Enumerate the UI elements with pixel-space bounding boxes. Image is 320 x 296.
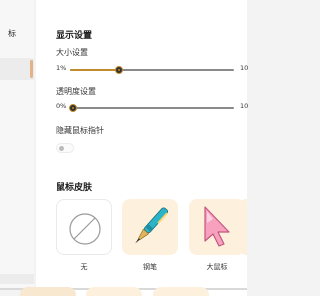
display-settings-title: 显示设置: [56, 31, 93, 41]
size-min-label: 1%: [56, 64, 67, 72]
skin-card-partial[interactable]: [153, 287, 209, 296]
pen-icon: [135, 207, 169, 244]
skin-card-partial[interactable]: [20, 287, 76, 296]
size-slider[interactable]: 1% 10: [56, 63, 256, 75]
size-max-label: 10: [240, 64, 249, 72]
hide-pointer-toggle[interactable]: [56, 143, 74, 153]
settings-panel: 显示设置 大小设置 1% 10 透明度设置 0% 10 隐藏鼠标指针 鼠标皮肤: [36, 0, 248, 296]
opacity-slider-thumb[interactable]: [69, 104, 77, 112]
settings-window: 标 显示设置 大小设置 1% 10 透明度设置 0% 10 隐藏鼠标指针 鼠标皮…: [0, 0, 248, 296]
opacity-slider[interactable]: 0% 10: [56, 101, 256, 113]
size-label: 大小设置: [56, 48, 88, 57]
skin-label-pen: 钢笔: [143, 263, 157, 271]
opacity-max-label: 10: [240, 102, 249, 110]
skin-card-none[interactable]: [56, 199, 112, 255]
no-symbol-icon: [69, 213, 101, 245]
sidebar: 标: [0, 0, 34, 290]
sidebar-item-mark[interactable]: 标: [0, 28, 34, 42]
mouse-skin-title: 鼠标皮肤: [56, 183, 93, 193]
skin-card-partial[interactable]: [240, 199, 247, 255]
skin-card-pen[interactable]: [122, 199, 178, 255]
size-slider-thumb[interactable]: [115, 66, 123, 74]
opacity-slider-track[interactable]: [69, 104, 234, 112]
hide-pointer-label: 隐藏鼠标指针: [56, 126, 104, 135]
opacity-min-label: 0%: [56, 102, 67, 110]
sidebar-footer-item[interactable]: [0, 274, 34, 284]
skin-card-partial[interactable]: [86, 287, 142, 296]
size-slider-fill: [70, 69, 119, 71]
skin-card-large-cursor[interactable]: [189, 199, 245, 255]
toggle-knob: [59, 146, 64, 151]
size-slider-track[interactable]: [70, 66, 234, 74]
sidebar-item-selected[interactable]: [0, 58, 34, 80]
skin-label-none: 无: [80, 263, 88, 271]
sidebar-item-label: 标: [8, 29, 16, 38]
large-cursor-icon: [204, 206, 230, 247]
skin-label-large-cursor: 大鼠标: [206, 263, 228, 271]
opacity-label: 透明度设置: [56, 87, 96, 96]
